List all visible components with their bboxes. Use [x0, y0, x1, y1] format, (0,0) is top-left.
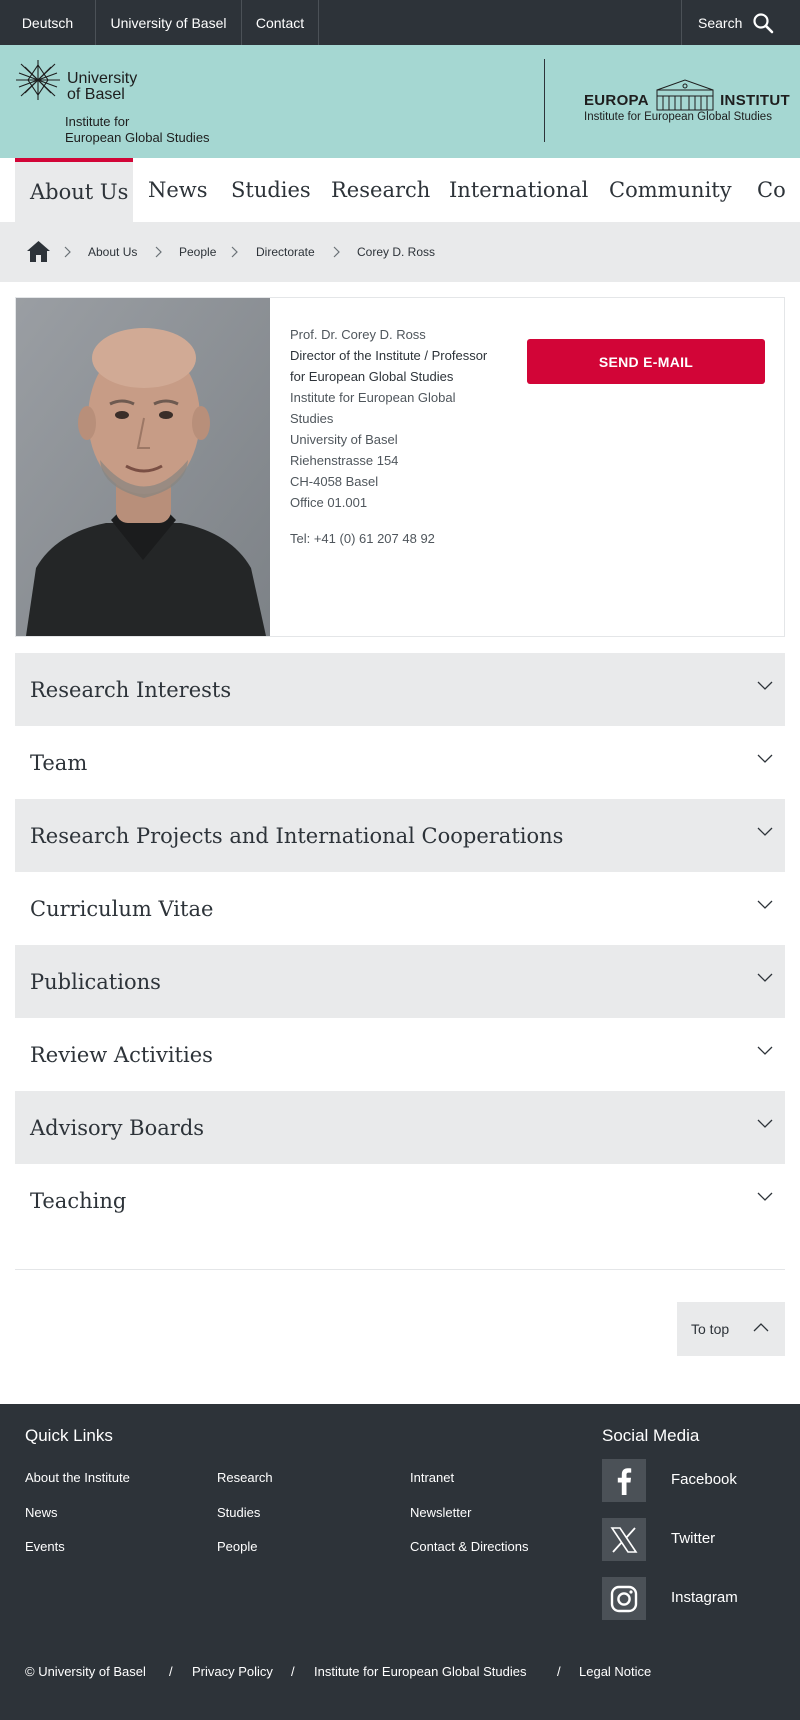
footer-link-contact[interactable]: Contact & Directions — [410, 1539, 529, 1554]
chevron-right-icon — [333, 246, 340, 258]
legal-institute[interactable]: Institute for European Global Studies — [314, 1664, 526, 1679]
breadcrumb-about-us[interactable]: About Us — [88, 222, 137, 282]
footer-link-intranet[interactable]: Intranet — [410, 1470, 454, 1485]
x-twitter-icon — [610, 1526, 638, 1553]
footer-link-about[interactable]: About the Institute — [25, 1470, 130, 1485]
accordion-research-projects[interactable]: Research Projects and International Coop… — [15, 799, 785, 872]
accordion-curriculum-vitae[interactable]: Curriculum Vitae — [15, 872, 785, 945]
university-logo-icon[interactable] — [15, 59, 61, 101]
contact-details: Prof. Dr. Corey D. Ross Director of the … — [290, 324, 515, 549]
home-icon[interactable] — [26, 240, 51, 263]
legal-separator: / — [169, 1664, 173, 1679]
nav-international[interactable]: International — [449, 158, 588, 222]
profile-photo — [16, 298, 270, 636]
contact-link[interactable]: Contact — [242, 0, 319, 45]
footer-link-events[interactable]: Events — [25, 1539, 65, 1554]
accordion-publications[interactable]: Publications — [15, 945, 785, 1018]
europa-institut-subtitle: Institute for European Global Studies — [584, 111, 772, 123]
twitter-button[interactable] — [602, 1518, 646, 1561]
instagram-icon — [610, 1585, 638, 1612]
breadcrumb-directorate[interactable]: Directorate — [256, 222, 315, 282]
university-name[interactable]: University of Basel — [67, 71, 137, 103]
top-bar: Deutsch University of Basel Contact Sear… — [0, 0, 800, 45]
footer-link-people[interactable]: People — [217, 1539, 257, 1554]
footer-link-newsletter[interactable]: Newsletter — [410, 1505, 471, 1520]
nav-more[interactable]: Co — [757, 158, 786, 222]
legal-separator: / — [291, 1664, 295, 1679]
portrait-image — [16, 298, 270, 636]
breadcrumb-people[interactable]: People — [179, 222, 216, 282]
social-media-heading: Social Media — [602, 1426, 700, 1445]
legal-notice[interactable]: Legal Notice — [579, 1664, 651, 1679]
chevron-up-icon — [753, 1323, 769, 1332]
legal-separator: / — [557, 1664, 561, 1679]
accordion-teaching[interactable]: Teaching — [15, 1164, 785, 1237]
chevron-right-icon — [155, 246, 162, 258]
institute-name: Institute for European Global Studies — [65, 114, 210, 145]
chevron-down-icon — [757, 900, 773, 909]
accordion-review-activities[interactable]: Review Activities — [15, 1018, 785, 1091]
nav-studies[interactable]: Studies — [231, 158, 311, 222]
facebook-icon — [617, 1467, 632, 1495]
language-link[interactable]: Deutsch — [0, 0, 96, 45]
nav-research[interactable]: Research — [331, 158, 430, 222]
accordion-research-interests[interactable]: Research Interests — [15, 653, 785, 726]
nav-community[interactable]: Community — [609, 158, 732, 222]
chevron-down-icon — [757, 1046, 773, 1055]
university-link[interactable]: University of Basel — [96, 0, 242, 45]
accordion-advisory-boards[interactable]: Advisory Boards — [15, 1091, 785, 1164]
nav-news[interactable]: News — [148, 158, 208, 222]
breadcrumb: About Us People Directorate Corey D. Ros… — [0, 222, 800, 282]
person-role: Director of the Institute / Professor fo… — [290, 348, 488, 384]
footer-link-research[interactable]: Research — [217, 1470, 273, 1485]
legal-privacy-policy[interactable]: Privacy Policy — [192, 1664, 273, 1679]
header-divider — [544, 59, 545, 142]
breadcrumb-current: Corey D. Ross — [357, 245, 436, 259]
footer-link-studies[interactable]: Studies — [217, 1505, 260, 1520]
chevron-right-icon — [64, 246, 71, 258]
chevron-down-icon — [757, 1192, 773, 1201]
to-top-button[interactable]: To top — [677, 1302, 785, 1356]
instagram-link[interactable]: Instagram — [671, 1589, 738, 1606]
search-button[interactable]: Search — [681, 0, 800, 45]
search-label: Search — [698, 14, 743, 31]
chevron-down-icon — [757, 754, 773, 763]
instagram-button[interactable] — [602, 1577, 646, 1620]
accordion-team[interactable]: Team — [15, 726, 785, 799]
chevron-down-icon — [757, 827, 773, 836]
footer-link-news[interactable]: News — [25, 1505, 58, 1520]
chevron-down-icon — [757, 1119, 773, 1128]
main-navigation: About Us News Studies Research Internati… — [0, 158, 800, 222]
profile-card: Prof. Dr. Corey D. Ross Director of the … — [15, 297, 785, 637]
facebook-button[interactable] — [602, 1459, 646, 1502]
legal-copyright[interactable]: © University of Basel — [25, 1664, 146, 1679]
facebook-link[interactable]: Facebook — [671, 1471, 737, 1488]
content-divider — [15, 1269, 785, 1270]
twitter-link[interactable]: Twitter — [671, 1530, 715, 1547]
institute-address: Institute for European Global Studies Un… — [290, 390, 456, 510]
telephone-number[interactable]: Tel: +41 (0) 61 207 48 92 — [290, 528, 515, 549]
quick-links-heading: Quick Links — [25, 1426, 113, 1445]
person-name: Prof. Dr. Corey D. Ross — [290, 327, 426, 342]
nav-about-us[interactable]: About Us — [15, 158, 133, 222]
institute-building-icon — [656, 79, 714, 111]
chevron-down-icon — [757, 973, 773, 982]
send-email-button[interactable]: SEND E-MAIL — [527, 339, 765, 384]
search-icon — [753, 13, 774, 34]
chevron-right-icon — [231, 246, 238, 258]
chevron-down-icon — [757, 681, 773, 690]
